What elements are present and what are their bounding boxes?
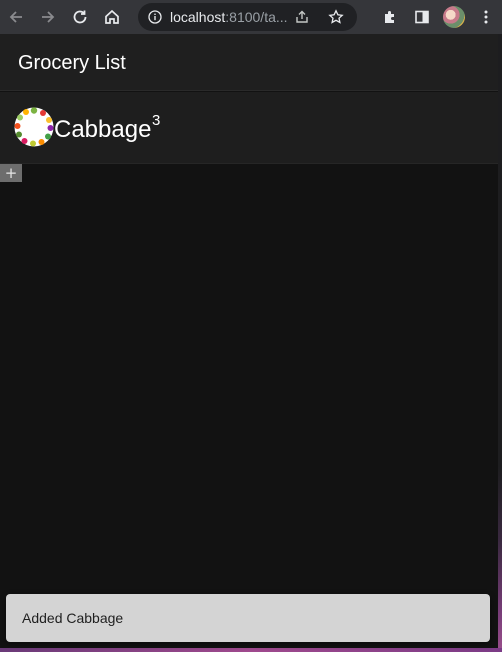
star-icon: [328, 9, 344, 24]
vegetable-wreath-icon: [14, 107, 54, 147]
address-bar-actions: [285, 3, 353, 31]
item-name: Cabbage: [54, 116, 152, 143]
back-button[interactable]: [0, 0, 32, 34]
home-button[interactable]: [96, 0, 128, 34]
side-panel-button[interactable]: [406, 0, 438, 34]
list-item[interactable]: Cabbage 3: [0, 92, 498, 164]
address-bar[interactable]: localhost:8100/ta...: [138, 3, 357, 31]
info-icon[interactable]: [148, 10, 162, 24]
browser-toolbar: localhost:8100/ta...: [0, 0, 502, 34]
toast-notification: Added Cabbage: [6, 594, 490, 642]
window-edge: [498, 34, 502, 652]
page-title: Grocery List: [18, 52, 126, 74]
bookmark-button[interactable]: [319, 3, 353, 31]
side-panel-icon: [415, 10, 429, 24]
url-path: :8100/ta...: [225, 9, 288, 25]
extensions-button[interactable]: [374, 0, 406, 34]
forward-button[interactable]: [32, 0, 64, 34]
home-icon: [105, 9, 119, 24]
reload-icon: [73, 10, 87, 24]
back-arrow-icon: [9, 11, 22, 23]
item-quantity: 3: [152, 112, 161, 129]
toast-message: Added Cabbage: [22, 610, 124, 626]
profile-avatar-icon: [443, 6, 465, 28]
add-item-button[interactable]: +: [0, 164, 22, 182]
forward-arrow-icon: [42, 11, 55, 23]
url-host: localhost: [170, 9, 226, 25]
reload-button[interactable]: [64, 0, 96, 34]
app-window: localhost:8100/ta... Grocery List Cabbag…: [0, 0, 502, 652]
app-header: Grocery List: [0, 34, 498, 91]
window-bottom-edge: [0, 648, 502, 652]
puzzle-icon: [385, 11, 394, 23]
url-text[interactable]: localhost:8100/ta...: [170, 9, 288, 25]
share-button[interactable]: [285, 3, 319, 31]
menu-button[interactable]: [470, 0, 502, 34]
profile-button[interactable]: [438, 0, 470, 34]
toolbar-right: [374, 0, 502, 34]
kebab-menu-icon: [484, 10, 488, 24]
share-icon: [296, 10, 308, 23]
